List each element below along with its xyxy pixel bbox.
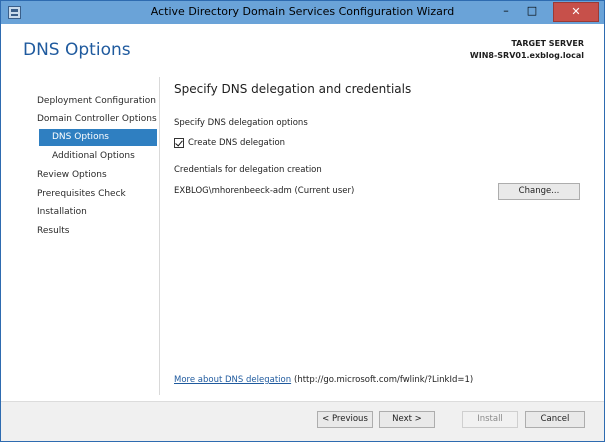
- previous-button[interactable]: < Previous: [317, 411, 373, 428]
- nav-item-review-options[interactable]: Review Options: [37, 167, 107, 184]
- nav-item-domain-controller-options[interactable]: Domain Controller Options: [37, 111, 157, 128]
- close-button[interactable]: ✕: [553, 2, 599, 22]
- create-dns-delegation-label[interactable]: Create DNS delegation: [188, 138, 285, 148]
- next-button[interactable]: Next >: [379, 411, 435, 428]
- nav-divider: [159, 77, 160, 395]
- help-link-url: (http://go.microsoft.com/fwlink/?LinkId=…: [294, 375, 474, 385]
- target-server-name: WIN8-SRV01.exblog.local: [469, 51, 584, 60]
- nav-item-additional-options[interactable]: Additional Options: [52, 148, 135, 165]
- nav-item-deployment-configuration[interactable]: Deployment Configuration: [37, 93, 156, 110]
- title-bar[interactable]: Active Directory Domain Services Configu…: [1, 1, 604, 24]
- nav-item-dns-options[interactable]: DNS Options: [39, 129, 157, 146]
- install-button[interactable]: Install: [462, 411, 518, 428]
- nav-item-prerequisites-check[interactable]: Prerequisites Check: [37, 186, 126, 203]
- nav-item-installation[interactable]: Installation: [37, 204, 87, 221]
- page-title: DNS Options: [23, 40, 131, 60]
- section-title: Specify DNS delegation and credentials: [174, 82, 412, 96]
- maximize-button[interactable]: □: [519, 2, 545, 22]
- credentials-user: EXBLOG\mhorenbeeck-adm (Current user): [174, 186, 355, 196]
- create-dns-delegation-checkbox[interactable]: [174, 138, 184, 148]
- dns-delegation-help-link[interactable]: More about DNS delegation: [174, 375, 291, 385]
- credentials-label: Credentials for delegation creation: [174, 165, 322, 175]
- target-server-label: TARGET SERVER: [511, 39, 584, 48]
- change-credentials-button[interactable]: Change...: [498, 183, 580, 200]
- wizard-window: Active Directory Domain Services Configu…: [0, 0, 605, 442]
- minimize-button[interactable]: –: [493, 2, 519, 22]
- cancel-button[interactable]: Cancel: [525, 411, 585, 428]
- nav-item-results[interactable]: Results: [37, 223, 70, 240]
- delegation-options-label: Specify DNS delegation options: [174, 118, 308, 128]
